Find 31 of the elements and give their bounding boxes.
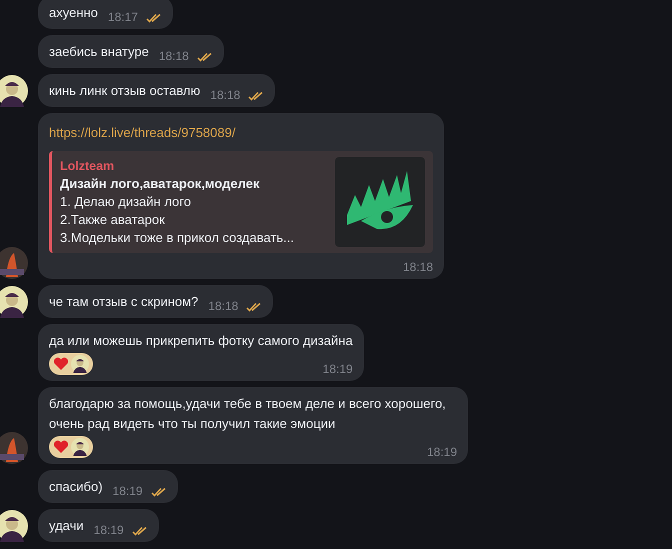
preview-text-line: 1. Делаю дизайн лого [60, 193, 192, 212]
preview-text-line: 2.Также аватарок [60, 211, 166, 230]
reaction-pill[interactable] [49, 436, 93, 458]
message-text: ахуенно [49, 4, 98, 22]
message-text: да или можешь прикрепить фотку самого дизайна [49, 332, 353, 350]
message-text: кинь линк отзыв оставлю [49, 82, 200, 100]
preview-text-line: 3.Модельки тоже в прикол создавать... [60, 229, 296, 248]
reactor-avatar [71, 355, 89, 374]
message-text: спасибо) [49, 478, 103, 496]
message-time: 18:19 [112, 485, 143, 498]
eye-logo-icon [335, 156, 425, 246]
preview-site-name: Lolzteam [60, 158, 116, 174]
heart-icon [53, 440, 69, 454]
message-text: удачи [49, 517, 84, 536]
message-time: 18:18 [208, 300, 238, 312]
heart-icon [53, 357, 69, 372]
message-text: заебись внатуре [49, 43, 149, 61]
link-preview[interactable]: Lolzteam Дизайн лого,аватарок,моделек 1. Делаю дизайн лого 2.Также аватарок 3.Модельки тоже в прикол создавать... [49, 150, 433, 254]
message-time: 18:19 [322, 363, 353, 376]
message-time: 18:19 [426, 446, 457, 458]
message-text: благодарю за помощь,удачи тебе в твоем деле и всего хорошего, очень рад видеть что ты получил такие эмоции [49, 395, 447, 434]
message-time: 18:17 [108, 11, 138, 23]
message-text: че там отзыв с скрином? [49, 293, 198, 312]
message-time: 18:18 [158, 50, 189, 62]
message-time: 18:18 [210, 89, 240, 101]
preview-title: Дизайн лого,аватарок,моделек [60, 175, 260, 194]
reaction-pill[interactable] [49, 353, 93, 376]
reactor-avatar [71, 438, 89, 456]
message-time: 18:18 [402, 261, 433, 274]
message-time: 18:19 [94, 524, 124, 536]
link-url[interactable]: https://lolz.live/threads/9758089/ [49, 123, 433, 142]
